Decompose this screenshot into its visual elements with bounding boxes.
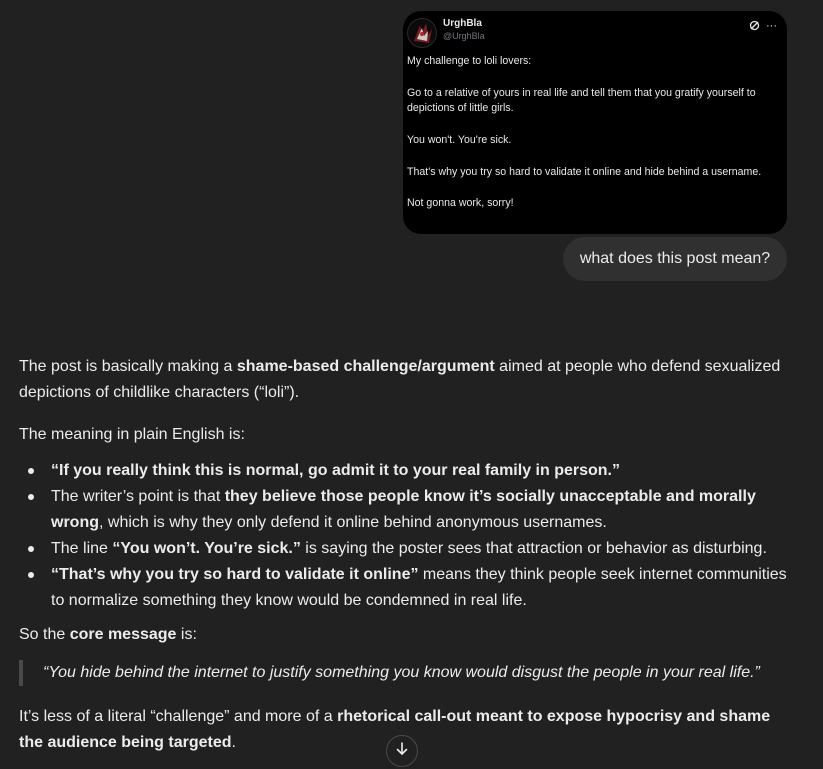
core-message-line: So the core message is: <box>19 622 794 648</box>
attached-tweet-image[interactable]: UrghBla @UrghBla ··· My challenge to lol… <box>403 11 787 234</box>
grok-icon <box>749 20 760 34</box>
assistant-message: The post is basically making a shame-bas… <box>19 354 794 756</box>
text: is saying the poster sees that attractio… <box>300 540 767 557</box>
tweet-text: My challenge to loli lovers: Go to a rel… <box>407 54 777 212</box>
text: The writer’s point is that <box>51 488 225 505</box>
text: So the <box>19 626 70 643</box>
tweet-paragraph: You won't. You're sick. <box>407 133 512 146</box>
text: The post is basically making a <box>19 358 237 375</box>
list-item: “That’s why you try so hard to validate … <box>19 562 794 614</box>
tweet-paragraph: That's why you try so hard to validate i… <box>407 165 762 178</box>
scroll-to-bottom-button[interactable] <box>386 735 418 767</box>
bullet-list: “If you really think this is normal, go … <box>19 458 794 614</box>
more-icon: ··· <box>766 20 777 32</box>
bold-text: core message <box>69 626 177 643</box>
tweet-header: UrghBla @UrghBla ··· <box>407 17 777 51</box>
list-item: The writer’s point is that they believe … <box>19 484 794 536</box>
bold-text: “You won’t. You’re sick.” <box>112 540 301 557</box>
arrow-down-icon <box>394 741 410 762</box>
tweet-paragraph: Go to a relative of yours in real life a… <box>407 86 756 115</box>
bold-text: “That’s why you try so hard to validate … <box>51 566 419 583</box>
avatar <box>407 18 437 48</box>
text: , which is why they only defend it onlin… <box>99 514 607 531</box>
text: . <box>231 734 236 751</box>
meaning-heading: The meaning in plain English is: <box>19 426 245 443</box>
blockquote: “You hide behind the internet to justify… <box>19 660 794 686</box>
tweet-paragraph: My challenge to loli lovers: <box>407 55 532 67</box>
list-item: “If you really think this is normal, go … <box>19 458 794 484</box>
bold-text: “If you really think this is normal, go … <box>51 462 620 479</box>
tweet-display-name: UrghBla <box>443 18 482 29</box>
answer-intro: The post is basically making a shame-bas… <box>19 354 794 406</box>
list-item: The line “You won’t. You’re sick.” is sa… <box>19 536 794 562</box>
tweet-handle: @UrghBla <box>443 31 485 41</box>
tweet-paragraph: Not gonna work, sorry! <box>407 197 514 210</box>
text: It’s less of a literal “challenge” and m… <box>19 708 338 725</box>
bold-text: shame-based challenge/argument <box>236 358 495 375</box>
text: is: <box>176 626 197 643</box>
text: The line <box>51 540 113 557</box>
user-message-text: what does this post mean? <box>579 250 771 267</box>
user-message-bubble: what does this post mean? <box>563 237 787 281</box>
